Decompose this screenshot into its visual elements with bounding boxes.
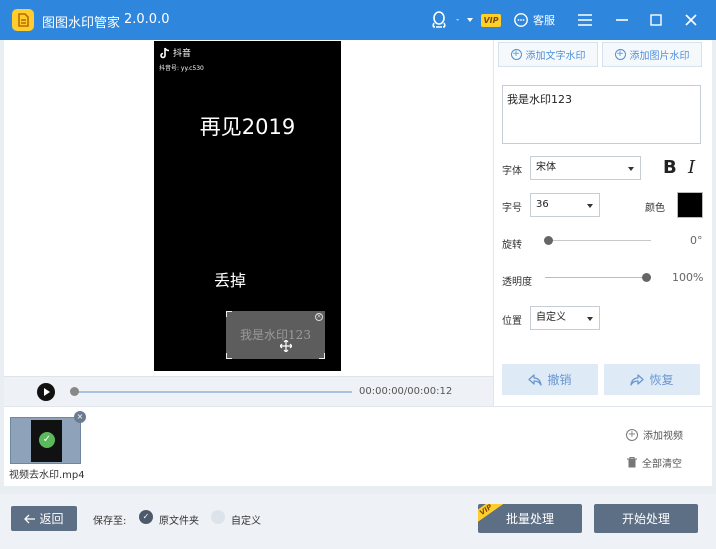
title-bar: 图图水印管家 2.0.0.0 - VIP 客服 [0, 0, 716, 40]
plus-circle-icon: + [510, 49, 522, 60]
rotate-slider[interactable] [545, 240, 651, 241]
add-image-watermark-button[interactable]: + 添加图片水印 [602, 42, 702, 67]
position-label: 位置 [502, 316, 522, 327]
resize-handle-bottom-left[interactable] [226, 353, 232, 359]
back-arrow-icon [24, 514, 36, 523]
resize-handle-top-left[interactable] [226, 311, 232, 317]
video-title-text: 再见2019 [199, 115, 296, 139]
vip-corner-badge: VIP [478, 504, 507, 527]
undo-icon [528, 373, 543, 386]
save-to-label: 保存至: [93, 516, 127, 527]
plus-circle-icon: + [626, 428, 638, 441]
close-icon[interactable] [685, 14, 697, 34]
bottom-bar: 返回 保存至: ✓ 原文件夹 自定义 VIP 批量处理 开始处理 [0, 494, 716, 549]
vip-badge[interactable]: VIP [481, 14, 501, 27]
font-size-select[interactable]: 36 [530, 193, 600, 217]
chevron-down-icon [628, 167, 634, 171]
douyin-watermark: 抖音 [160, 46, 191, 59]
video-thumbnail[interactable]: ✓ [10, 417, 81, 464]
font-select[interactable]: 宋体 [530, 156, 641, 180]
opacity-slider-knob[interactable] [642, 273, 651, 282]
batch-process-button[interactable]: VIP 批量处理 [478, 504, 582, 533]
app-title: 图图水印管家 [42, 16, 121, 31]
original-folder-label: 原文件夹 [159, 516, 199, 527]
opacity-label: 透明度 [502, 277, 532, 288]
back-button[interactable]: 返回 [11, 506, 77, 531]
watermark-settings-panel: + 添加文字水印 + 添加图片水印 我是水印123 字体 宋体 B I 字号 3… [493, 40, 712, 406]
resize-handle-bottom-right[interactable] [319, 353, 325, 359]
clear-all-button[interactable]: 全部清空 [627, 455, 682, 470]
chevron-down-icon [587, 317, 593, 321]
add-video-button[interactable]: + 添加视频 [626, 427, 683, 442]
chevron-down-icon [467, 18, 474, 22]
rotate-value: 0° [690, 234, 703, 247]
time-readout: 00:00:00/00:00:12 [359, 386, 453, 397]
redo-button[interactable]: 恢复 [604, 364, 700, 395]
color-swatch[interactable] [677, 192, 703, 218]
start-process-button[interactable]: 开始处理 [594, 504, 698, 533]
customer-service-label: 客服 [533, 14, 555, 27]
app-logo-icon [12, 9, 34, 31]
video-file-name: 视频去水印.mp4 [9, 470, 85, 481]
italic-toggle[interactable]: I [688, 157, 695, 178]
douyin-brand: 抖音 [173, 49, 192, 59]
app-version: 2.0.0.0 [124, 12, 170, 27]
add-text-watermark-button[interactable]: + 添加文字水印 [498, 42, 598, 67]
timeline-knob[interactable] [70, 387, 79, 396]
maximize-icon[interactable] [650, 14, 662, 34]
watermark-remove-icon[interactable]: × [315, 313, 323, 321]
play-button[interactable] [37, 383, 55, 401]
opacity-value: 100% [672, 271, 704, 284]
watermark-overlay[interactable]: × 我是水印123 [226, 311, 325, 359]
rotate-slider-knob[interactable] [544, 236, 553, 245]
radio-original-folder[interactable]: ✓ [139, 510, 153, 524]
watermark-text-input[interactable]: 我是水印123 [502, 85, 701, 144]
move-icon[interactable] [280, 340, 292, 352]
radio-custom-folder[interactable] [211, 510, 225, 524]
watermark-text: 我是水印123 [240, 328, 311, 342]
chevron-down-icon [587, 204, 593, 208]
bold-toggle[interactable]: B [663, 157, 677, 178]
customer-service-button[interactable]: 客服 [513, 10, 555, 30]
font-label: 字体 [502, 166, 522, 177]
custom-folder-label: 自定义 [231, 516, 261, 527]
position-select[interactable]: 自定义 [530, 306, 600, 330]
qq-user-menu[interactable]: - [431, 10, 474, 30]
undo-button[interactable]: 撤销 [502, 364, 598, 395]
menu-icon[interactable] [578, 14, 592, 34]
video-list: ✓ × 视频去水印.mp4 + 添加视频 全部清空 [4, 406, 712, 486]
douyin-id: 抖音号: yy.c530 [159, 65, 204, 72]
tiktok-note-icon [160, 47, 170, 58]
opacity-slider[interactable] [545, 277, 651, 278]
size-label: 字号 [502, 203, 522, 214]
video-preview: 抖音 抖音号: yy.c530 再见2019 丢掉 × 我是水印123 [154, 41, 341, 371]
timeline-track[interactable] [76, 391, 352, 393]
qq-penguin-icon [432, 11, 446, 28]
remove-video-icon[interactable]: × [74, 411, 86, 423]
video-subtitle-text: 丢掉 [214, 271, 247, 290]
minimize-icon[interactable] [616, 19, 628, 39]
player-bar: 00:00:00/00:00:12 [4, 376, 493, 406]
chat-bubble-icon [514, 13, 528, 27]
rotate-label: 旋转 [502, 240, 522, 251]
trash-icon [627, 457, 637, 468]
user-placeholder-dash: - [456, 15, 460, 25]
color-label: 颜色 [645, 203, 665, 214]
redo-icon [630, 373, 645, 386]
checkmark-icon: ✓ [39, 432, 55, 448]
plus-circle-icon: + [614, 49, 626, 60]
